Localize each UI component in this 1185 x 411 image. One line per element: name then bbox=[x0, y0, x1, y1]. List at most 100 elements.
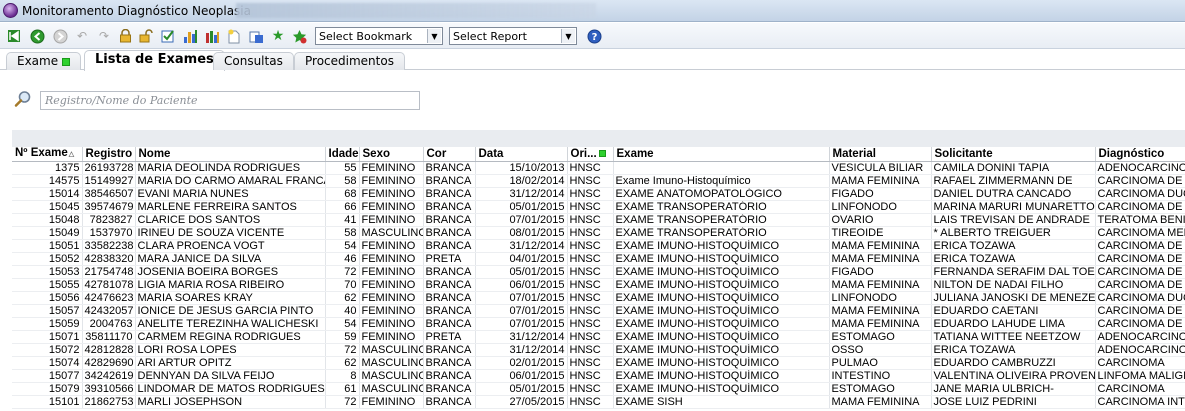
table-row[interactable]: 15052 42838320 MARA JANICE DA SILVA 46 FEMIN… bbox=[12, 252, 1185, 266]
cell-cor: BRANCA bbox=[423, 395, 476, 409]
cell-exame: EXAME ANATOMOPATOLÓGICO bbox=[613, 187, 830, 201]
lock-icon[interactable] bbox=[117, 28, 133, 44]
table-row[interactable]: 1375 26193728 MARIA DEOLINDA RODRIGUES 55 FE… bbox=[12, 161, 1185, 175]
print-preview-icon[interactable] bbox=[248, 28, 264, 44]
table-row[interactable]: 15049 1537970 IRINEU DE SOUZA VICENTE 58 MAS… bbox=[12, 226, 1185, 240]
add-bookmark-icon[interactable] bbox=[291, 28, 307, 44]
col-header-material[interactable]: Material bbox=[829, 147, 932, 162]
cell-data: 07/01/2015 bbox=[475, 304, 568, 318]
cell-diagnostico: CARCINOMA DE D bbox=[1095, 317, 1185, 331]
cell-registro: 42432057 bbox=[82, 304, 136, 318]
new-document-icon[interactable] bbox=[226, 28, 242, 44]
cell-exam-number: 15049 bbox=[12, 226, 83, 240]
cell-nome: CARMEM REGINA RODRIGUES bbox=[135, 330, 326, 344]
table-row[interactable]: 15057 42432057 IONICE DE JESUS GARCIA PINT… bbox=[12, 304, 1185, 318]
cell-cor: BRANCA bbox=[423, 382, 476, 396]
checkbox-icon[interactable] bbox=[160, 28, 176, 44]
cell-material: LINFONODO bbox=[829, 291, 932, 305]
redo-icon[interactable]: ↷ bbox=[96, 28, 112, 44]
cell-exame: EXAME SISH bbox=[613, 395, 830, 409]
back-icon[interactable] bbox=[29, 28, 45, 44]
col-header-numero-exame[interactable]: Nº Exame△ bbox=[12, 147, 83, 162]
col-header-diagnostico[interactable]: Diagnóstico bbox=[1095, 147, 1185, 162]
exams-table: Nº Exame△ Registro Nome Idade Sexo Cor D… bbox=[12, 147, 1185, 409]
col-header-sexo[interactable]: Sexo bbox=[359, 147, 424, 162]
table-row[interactable]: 15014 38546507 EVANI MARIA NUNES 68 FEMININO… bbox=[12, 187, 1185, 201]
table-row[interactable]: 15055 42781078 LIGIA MARIA ROSA RIBEIRO 70 F… bbox=[12, 278, 1185, 292]
cell-exam-number: 15051 bbox=[12, 239, 83, 253]
forward-icon[interactable] bbox=[52, 28, 68, 44]
cell-diagnostico: CARCINOMA bbox=[1095, 356, 1185, 370]
cell-material: INTESTINO bbox=[829, 369, 932, 383]
cell-material: VESICULA BILIAR bbox=[829, 161, 932, 175]
cell-exame: Exame Imuno-Histoquímico bbox=[613, 174, 830, 188]
undo-icon[interactable]: ↶ bbox=[74, 28, 90, 44]
bookmark-select[interactable]: Select Bookmark ▼ bbox=[315, 27, 443, 45]
table-row[interactable]: 15053 21754748 JOSENIA BOEIRA BORGES 72 FEMI… bbox=[12, 265, 1185, 279]
cell-solicitante: JOSE LUIZ PEDRINI bbox=[931, 395, 1096, 409]
table-row[interactable]: 14575 15149927 MARIA DO CARMO AMARAL FRANC… bbox=[12, 174, 1185, 188]
cell-solicitante: JANE MARIA ULBRICH- bbox=[931, 382, 1096, 396]
star-icon[interactable]: ★ bbox=[270, 28, 286, 44]
col-header-cor[interactable]: Cor bbox=[423, 147, 476, 162]
cell-registro: 35811170 bbox=[82, 330, 136, 344]
cell-origem: HNSC bbox=[567, 187, 614, 201]
grouped-bar-chart-icon[interactable] bbox=[204, 28, 220, 44]
cell-exam-number: 15045 bbox=[12, 200, 83, 214]
tab-lista-de-exames[interactable]: Lista de Exames bbox=[84, 50, 225, 71]
cell-exame: EXAME IMUNO-HISTOQUÍMICO bbox=[613, 356, 830, 370]
cell-diagnostico: TERATOMA BENIG bbox=[1095, 213, 1185, 227]
cell-exam-number: 15052 bbox=[12, 252, 83, 266]
col-header-data[interactable]: Data bbox=[475, 147, 568, 162]
first-record-icon[interactable] bbox=[6, 28, 22, 44]
tab-exame[interactable]: Exame bbox=[6, 52, 82, 70]
cell-origem: HNSC bbox=[567, 382, 614, 396]
table-row[interactable]: 15101 21862753 MARLI JOSEPHSON 72 FEMININO BR… bbox=[12, 395, 1185, 409]
cell-material: MAMA FEMININA bbox=[829, 395, 932, 409]
cell-data: 31/12/2014 bbox=[475, 239, 568, 253]
cell-idade: 55 bbox=[325, 161, 360, 175]
cell-registro: 33582238 bbox=[82, 239, 136, 253]
unlock-icon[interactable] bbox=[138, 28, 154, 44]
cell-registro: 42829690 bbox=[82, 356, 136, 370]
search-icon[interactable] bbox=[14, 90, 32, 108]
cell-nome: IRINEU DE SOUZA VICENTE bbox=[135, 226, 326, 240]
table-row[interactable]: 15048 7823827 CLARICE DOS SANTOS 41 FEMININO… bbox=[12, 213, 1185, 227]
col-header-origem[interactable]: Ori... bbox=[567, 147, 614, 162]
search-input[interactable]: Registro/Nome do Paciente bbox=[40, 91, 420, 110]
cell-solicitante: LAIS TREVISAN DE ANDRADE bbox=[931, 213, 1096, 227]
cell-origem: HNSC bbox=[567, 278, 614, 292]
col-header-idade[interactable]: Idade bbox=[325, 147, 360, 162]
report-select[interactable]: Select Report ▼ bbox=[449, 27, 577, 45]
cell-registro: 34242619 bbox=[82, 369, 136, 383]
bar-chart-icon[interactable] bbox=[182, 28, 198, 44]
cell-idade: 72 bbox=[325, 343, 360, 357]
col-header-registro[interactable]: Registro bbox=[82, 147, 136, 162]
help-icon[interactable]: ? bbox=[586, 28, 602, 44]
tab-consultas[interactable]: Consultas bbox=[213, 52, 294, 70]
col-header-solicitante[interactable]: Solicitante bbox=[931, 147, 1096, 162]
cell-sexo: FEMININO bbox=[359, 200, 424, 214]
cell-material: PULMAO bbox=[829, 356, 932, 370]
col-header-exame[interactable]: Exame bbox=[613, 147, 830, 162]
tab-procedimentos[interactable]: Procedimentos bbox=[294, 52, 405, 70]
cell-nome: MARLI JOSEPHSON bbox=[135, 395, 326, 409]
table-row[interactable]: 15059 2004763 ANELITE TEREZINHA WALICHESKI… bbox=[12, 317, 1185, 331]
table-row[interactable]: 15072 42812828 LORI ROSA LOPES 72 MASCULINO B… bbox=[12, 343, 1185, 357]
table-row[interactable]: 15079 39310566 LINDOMAR DE MATOS RODRIGUES… bbox=[12, 382, 1185, 396]
cell-diagnostico: CARCINOMA bbox=[1095, 382, 1185, 396]
table-row[interactable]: 15051 33582238 CLARA PROENCA VOGT 54 FEMININ… bbox=[12, 239, 1185, 253]
cell-data: 08/01/2015 bbox=[475, 226, 568, 240]
cell-data: 06/01/2015 bbox=[475, 369, 568, 383]
table-row[interactable]: 15071 35811170 CARMEM REGINA RODRIGUES 59 FE… bbox=[12, 330, 1185, 344]
table-row[interactable]: 15056 42476623 MARIA SOARES KRAY 62 FEMININO… bbox=[12, 291, 1185, 305]
cell-material: MAMA FEMININA bbox=[829, 239, 932, 253]
col-header-nome[interactable]: Nome bbox=[135, 147, 326, 162]
cell-diagnostico: CARCINOMA DE D bbox=[1095, 265, 1185, 279]
table-row[interactable]: 15045 39574679 MARLENE FERREIRA SANTOS 66 FE… bbox=[12, 200, 1185, 214]
cell-diagnostico: ADENOCARCINOM bbox=[1095, 330, 1185, 344]
table-row[interactable]: 15077 34242619 DENNYAN DA SILVA FEIJO 8 MASC… bbox=[12, 369, 1185, 383]
cell-cor: BRANCA bbox=[423, 174, 476, 188]
table-row[interactable]: 15074 42829690 ARI ARTUR OPITZ 62 MASCULINO B… bbox=[12, 356, 1185, 370]
cell-sexo: FEMININO bbox=[359, 161, 424, 175]
